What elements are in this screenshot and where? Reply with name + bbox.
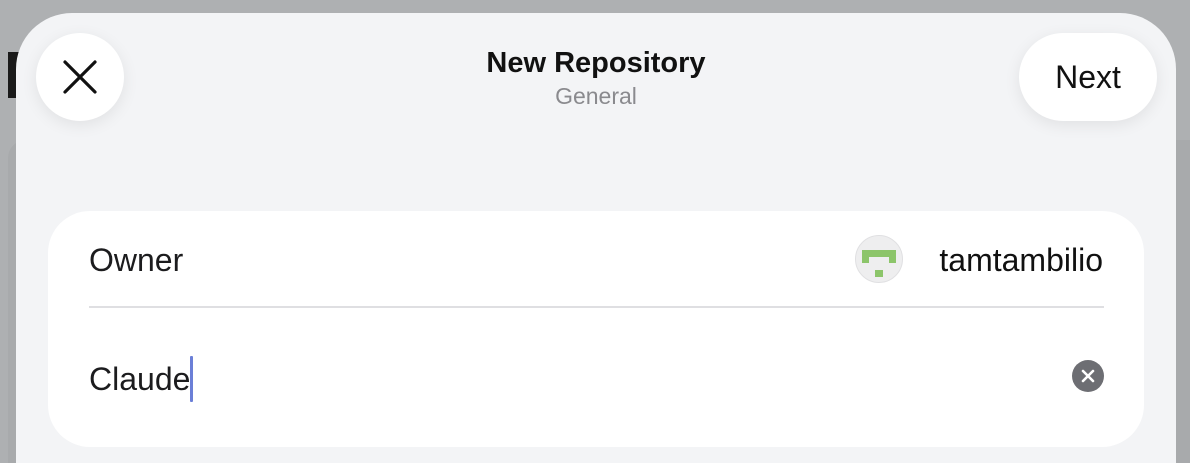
sheet-title: New Repository <box>486 47 706 79</box>
text-caret <box>190 356 194 402</box>
sheet-subtitle: General <box>555 83 637 109</box>
owner-avatar <box>855 235 903 283</box>
owner-label: Owner <box>89 242 184 278</box>
repository-name-row[interactable]: Claude <box>48 308 1144 447</box>
repository-name-text: Claude <box>89 361 191 397</box>
xmark-circle-fill-icon <box>1081 369 1095 383</box>
clear-text-button[interactable] <box>1072 360 1104 392</box>
repository-form-card: Owner tamtambilio Claude <box>48 211 1144 447</box>
next-button[interactable]: Next <box>1019 33 1157 121</box>
repository-name-field[interactable]: Claude <box>89 356 194 402</box>
owner-value: tamtambilio <box>939 242 1103 278</box>
owner-row[interactable]: Owner tamtambilio <box>48 211 1144 307</box>
new-repository-sheet: New Repository General Next Owner tamtam… <box>16 13 1176 463</box>
